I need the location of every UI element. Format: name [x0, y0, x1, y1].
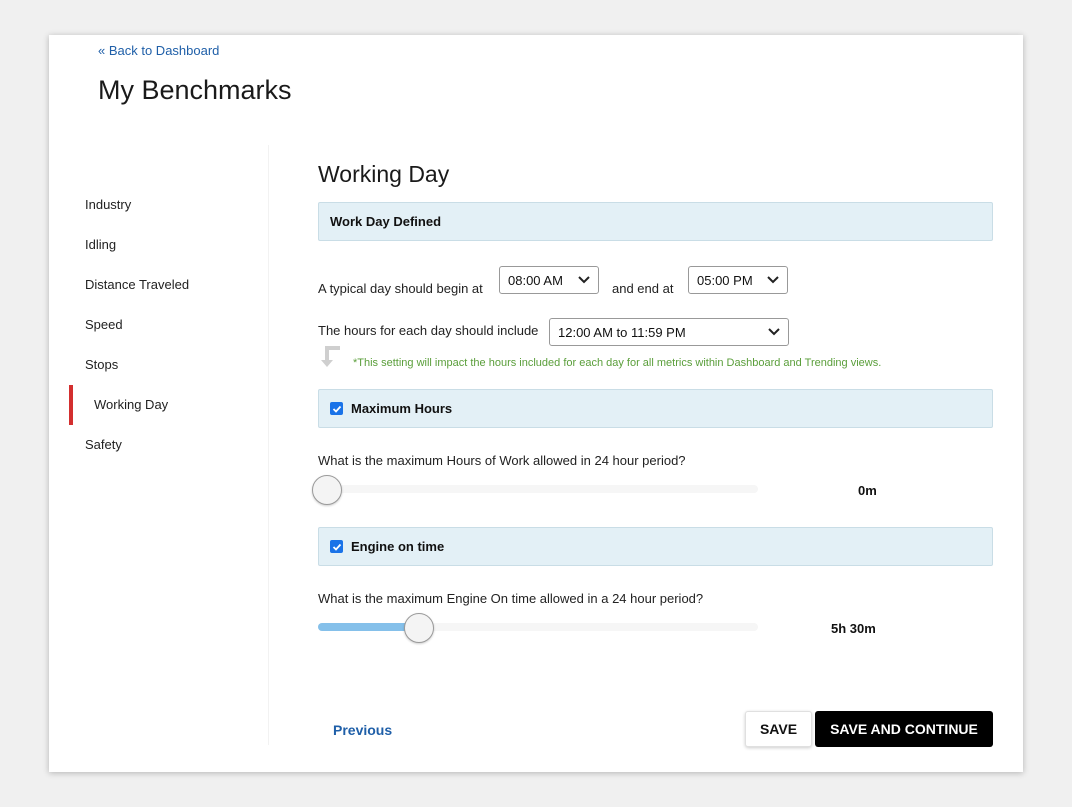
maximum-hours-checkbox[interactable]	[330, 402, 343, 415]
chevron-down-icon	[767, 276, 779, 284]
begin-time-select[interactable]: 08:00 AM	[499, 266, 599, 294]
hours-include-label: The hours for each day should include	[318, 323, 539, 338]
page-title: My Benchmarks	[98, 75, 292, 105]
end-label: and end at	[612, 281, 674, 296]
engine-on-value: 5h 30m	[831, 621, 876, 636]
engine-on-time-band: Engine on time	[318, 527, 993, 566]
benchmarks-card: « Back to Dashboard My Benchmarks Indust…	[49, 35, 1023, 772]
engine-on-slider-thumb[interactable]	[403, 613, 434, 643]
max-hours-slider-thumb[interactable]	[312, 475, 342, 505]
chevron-down-icon	[768, 328, 780, 336]
sidebar-item-stops[interactable]: Stops	[69, 345, 269, 385]
save-button[interactable]: SAVE	[745, 711, 812, 747]
sidebar-item-idling[interactable]: Idling	[69, 225, 269, 265]
check-icon	[332, 543, 341, 551]
work-day-defined-title: Work Day Defined	[330, 214, 442, 229]
engine-on-time-checkbox[interactable]	[330, 540, 343, 553]
hours-include-select[interactable]: 12:00 AM to 11:59 PM	[549, 318, 789, 346]
check-icon	[332, 405, 341, 413]
previous-button[interactable]: Previous	[333, 722, 392, 738]
hours-include-value: 12:00 AM to 11:59 PM	[558, 324, 686, 340]
engine-on-time-title: Engine on time	[351, 539, 445, 554]
arrow-turn-down-right-icon	[321, 346, 340, 367]
end-time-select[interactable]: 05:00 PM	[688, 266, 788, 294]
back-to-dashboard-link[interactable]: « Back to Dashboard	[98, 43, 219, 58]
section-title: Working Day	[318, 161, 450, 187]
sidebar-item-safety[interactable]: Safety	[69, 425, 269, 465]
maximum-hours-band: Maximum Hours	[318, 389, 993, 428]
max-hours-question: What is the maximum Hours of Work allowe…	[318, 453, 686, 468]
sidebar-item-speed[interactable]: Speed	[69, 305, 269, 345]
engine-on-question: What is the maximum Engine On time allow…	[318, 591, 704, 606]
sidebar-item-distance-traveled[interactable]: Distance Traveled	[69, 265, 269, 305]
sidebar-item-working-day[interactable]: Working Day	[69, 385, 269, 425]
work-day-note: *This setting will impact the hours incl…	[353, 357, 882, 369]
begin-label: A typical day should begin at	[318, 281, 483, 296]
sidebar-nav: Industry Idling Distance Traveled Speed …	[69, 185, 269, 465]
work-day-defined-band: Work Day Defined	[318, 202, 993, 241]
end-time-value: 05:00 PM	[697, 272, 753, 288]
begin-time-value: 08:00 AM	[508, 272, 563, 288]
save-and-continue-button[interactable]: SAVE AND CONTINUE	[815, 711, 993, 747]
max-hours-value: 0m	[858, 483, 877, 498]
maximum-hours-title: Maximum Hours	[351, 401, 453, 416]
max-hours-slider-track[interactable]	[318, 485, 758, 493]
chevron-down-icon	[578, 276, 590, 284]
engine-on-slider-track[interactable]	[318, 623, 758, 631]
sidebar-item-industry[interactable]: Industry	[69, 185, 269, 225]
